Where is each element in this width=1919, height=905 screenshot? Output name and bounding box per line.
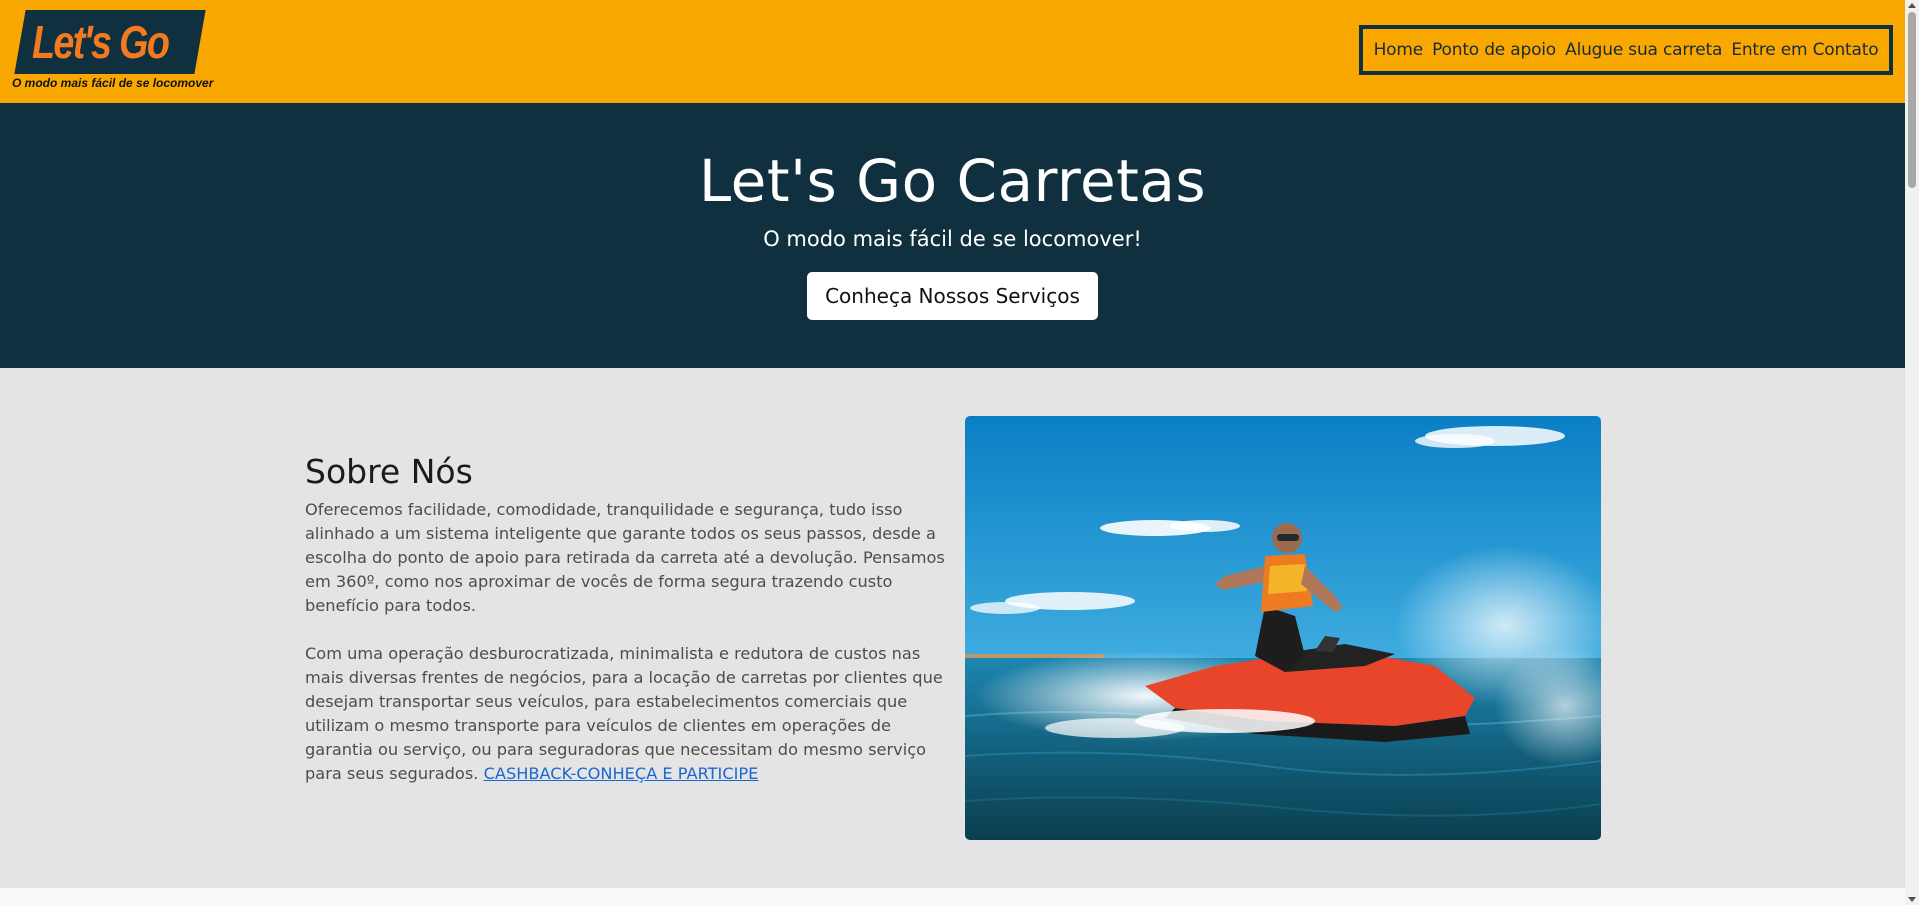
- services-button[interactable]: Conheça Nossos Serviços: [807, 272, 1098, 320]
- nav-ponto-de-apoio-link[interactable]: Ponto de apoio: [1432, 40, 1556, 60]
- about-heading: Sobre Nós: [305, 452, 473, 491]
- main-nav: Home Ponto de apoio Alugue sua carreta E…: [1359, 25, 1893, 75]
- logo-tagline: O modo mais fácil de se locomover: [12, 76, 214, 90]
- logo-text: Let's Go: [32, 16, 170, 68]
- scrollbar-thumb[interactable]: [1908, 12, 1916, 188]
- scroll-down-icon[interactable]: [1908, 897, 1916, 902]
- nav-home-link[interactable]: Home: [1374, 40, 1424, 60]
- page-scrollbar[interactable]: [1905, 0, 1919, 905]
- scroll-up-icon[interactable]: [1908, 3, 1916, 8]
- cashback-link[interactable]: CASHBACK-CONHEÇA E PARTICIPE: [484, 764, 759, 783]
- hero-subtitle: O modo mais fácil de se locomover!: [763, 227, 1142, 251]
- footer-strip: [0, 888, 1905, 905]
- nav-contato-link[interactable]: Entre em Contato: [1731, 40, 1878, 60]
- about-paragraph-1: Oferecemos facilidade, comodidade, tranq…: [305, 500, 945, 615]
- site-logo[interactable]: Let's Go O modo mais fácil de se locomov…: [12, 10, 213, 92]
- hero-title: Let's Go Carretas: [698, 147, 1207, 215]
- site-header: Let's Go O modo mais fácil de se locomov…: [0, 0, 1905, 103]
- about-paragraph-2: Com uma operação desburocratizada, minim…: [305, 642, 945, 786]
- about-text: Oferecemos facilidade, comodidade, tranq…: [305, 498, 945, 786]
- about-section: Sobre Nós Oferecemos facilidade, comodid…: [0, 368, 1905, 888]
- jet-ski-photo: [965, 416, 1601, 840]
- jet-ski-illustration: [965, 416, 1601, 840]
- about-paragraph-2-text: Com uma operação desburocratizada, minim…: [305, 644, 943, 783]
- hero-section: Let's Go Carretas O modo mais fácil de s…: [0, 103, 1905, 368]
- nav-alugue-carreta-link[interactable]: Alugue sua carreta: [1565, 40, 1722, 60]
